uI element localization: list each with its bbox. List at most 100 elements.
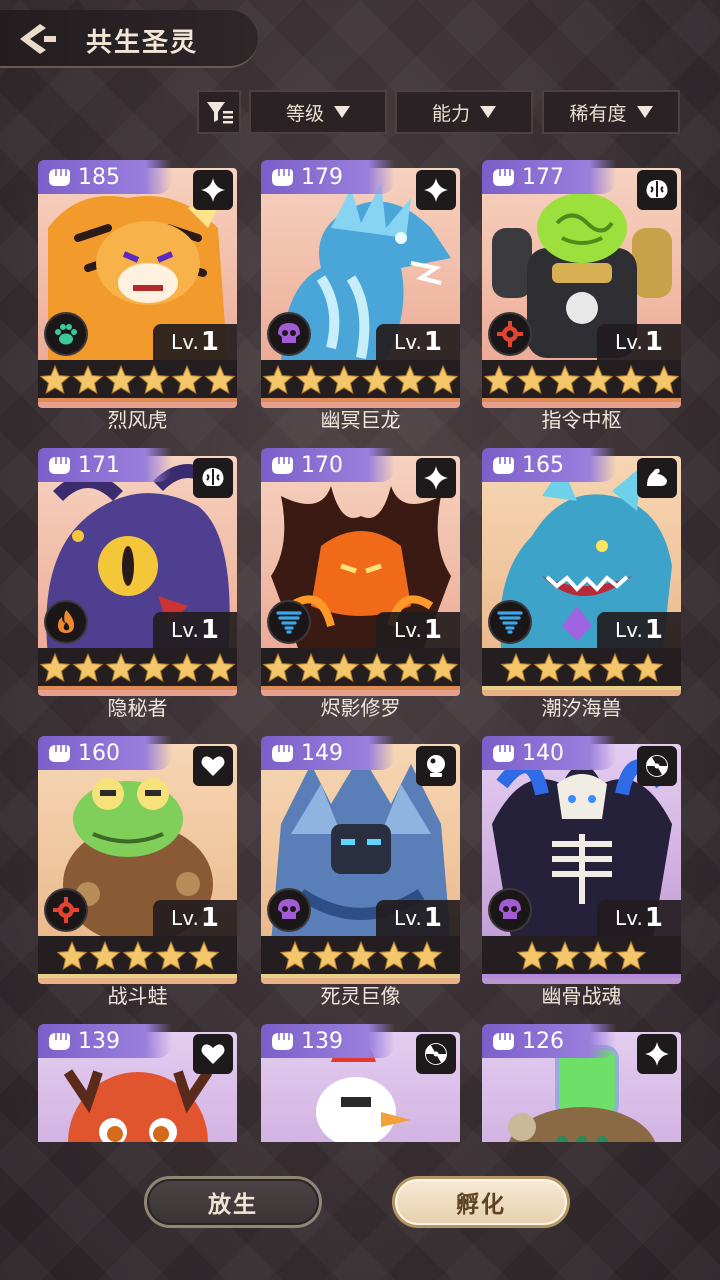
rarity-line <box>261 398 460 402</box>
star-icon <box>328 653 360 683</box>
sparkle-icon <box>201 178 225 202</box>
pet-card[interactable]: 170 Lv. 1 烬影修罗 <box>261 448 460 720</box>
pet-name: 潮汐海兽 <box>541 696 622 720</box>
star-rating <box>482 648 681 688</box>
star-icon <box>631 653 663 683</box>
level-prefix: Lv. <box>394 330 422 354</box>
rarity-sort-dropdown[interactable]: 稀有度 <box>542 90 680 134</box>
star-icon <box>648 365 679 395</box>
flame-icon <box>58 610 74 633</box>
star-icon <box>394 653 426 683</box>
power-value: 185 <box>78 164 120 190</box>
star-rating <box>482 360 681 400</box>
type-badge <box>416 1034 456 1074</box>
sparkle-icon <box>645 1042 669 1066</box>
star-icon <box>394 365 426 395</box>
fist-icon <box>272 1033 293 1050</box>
type-badge <box>193 746 233 786</box>
type-badge <box>416 170 456 210</box>
star-icon <box>549 365 581 395</box>
sparkle-icon <box>424 466 448 490</box>
star-icon <box>295 365 327 395</box>
level-prefix: Lv. <box>171 618 199 642</box>
filter-sort-button[interactable] <box>197 90 241 134</box>
power-value: 160 <box>78 740 120 766</box>
fist-icon <box>49 1033 70 1050</box>
star-icon <box>427 365 458 395</box>
stars-row <box>263 365 458 395</box>
star-icon <box>516 365 548 395</box>
star-icon <box>171 653 203 683</box>
pet-grid[interactable]: 185 Lv. 1 烈风虎 179 Lv. 1 幽冥巨龙 177 Lv. 1 指… <box>38 160 684 1142</box>
element-badge <box>267 600 311 644</box>
element-badge <box>44 312 88 356</box>
hatch-button[interactable]: 孵化 <box>392 1176 570 1228</box>
star-icon <box>72 365 104 395</box>
pet-card[interactable]: 179 Lv. 1 幽冥巨龙 <box>261 160 460 432</box>
type-badge <box>637 746 677 786</box>
star-icon <box>377 941 410 971</box>
gear-icon <box>53 897 79 923</box>
star-icon <box>500 653 532 683</box>
release-button[interactable]: 放生 <box>144 1176 322 1228</box>
element-badge <box>44 600 88 644</box>
back-arrow-icon[interactable] <box>14 22 58 56</box>
chevron-down-icon <box>480 106 496 118</box>
level-value: 1 <box>644 615 663 645</box>
fist-icon <box>272 457 293 474</box>
pet-card[interactable]: 126 <box>482 1024 681 1142</box>
pet-card[interactable]: 171 Lv. 1 隐秘者 <box>38 448 237 720</box>
power-badge: 139 <box>261 1024 395 1058</box>
rarity-line <box>482 974 681 978</box>
star-icon <box>295 653 327 683</box>
tornado-icon <box>276 611 302 634</box>
type-badge <box>637 170 677 210</box>
crystal-ball-icon <box>427 755 445 777</box>
pet-card[interactable]: 139 <box>261 1024 460 1142</box>
type-badge <box>637 1034 677 1074</box>
level-prefix: Lv. <box>394 906 422 930</box>
level-chip: Lv. 1 <box>376 900 460 936</box>
level-chip: Lv. 1 <box>597 900 681 936</box>
pet-card[interactable]: 177 Lv. 1 指令中枢 <box>482 160 681 432</box>
pet-name: 隐秘者 <box>107 696 168 720</box>
element-badge <box>488 888 532 932</box>
pet-card[interactable]: 139 <box>38 1024 237 1142</box>
pet-card[interactable]: 140 Lv. 1 幽骨战魂 <box>482 736 681 1008</box>
pet-card[interactable]: 185 Lv. 1 烈风虎 <box>38 160 237 432</box>
page-title: 共生圣灵 <box>86 28 199 58</box>
pet-name: 指令中枢 <box>541 408 622 432</box>
level-sort-dropdown[interactable]: 等级 <box>249 90 387 134</box>
level-prefix: Lv. <box>171 906 199 930</box>
star-icon <box>410 941 442 971</box>
stars-row <box>279 941 442 971</box>
ability-sort-dropdown[interactable]: 能力 <box>395 90 533 134</box>
level-chip: Lv. 1 <box>153 900 237 936</box>
header-bar: 共生圣灵 <box>0 10 258 68</box>
star-icon <box>615 941 646 971</box>
level-chip: Lv. 1 <box>597 612 681 648</box>
star-icon <box>187 941 219 971</box>
star-icon <box>56 941 88 971</box>
star-icon <box>105 365 137 395</box>
level-prefix: Lv. <box>615 618 643 642</box>
level-chip: Lv. 1 <box>376 612 460 648</box>
power-value: 149 <box>301 740 343 766</box>
power-value: 139 <box>78 1028 120 1054</box>
power-badge: 179 <box>261 160 395 194</box>
pet-name: 烬影修罗 <box>320 696 401 720</box>
brain-icon <box>202 468 224 486</box>
heart-icon <box>201 1044 225 1064</box>
chevron-down-icon <box>334 106 350 118</box>
fist-icon <box>49 169 70 186</box>
power-badge: 171 <box>38 448 172 482</box>
ability-sort-label: 能力 <box>431 102 470 125</box>
element-badge <box>44 888 88 932</box>
pet-card[interactable]: 165 Lv. 1 潮汐海兽 <box>482 448 681 720</box>
pet-name: 死灵巨像 <box>320 984 401 1008</box>
pet-card[interactable]: 160 Lv. 1 战斗蛙 <box>38 736 237 1008</box>
star-icon <box>204 365 235 395</box>
pet-card[interactable]: 149 Lv. 1 死灵巨像 <box>261 736 460 1008</box>
rarity-line <box>261 974 460 978</box>
star-icon <box>263 653 294 683</box>
